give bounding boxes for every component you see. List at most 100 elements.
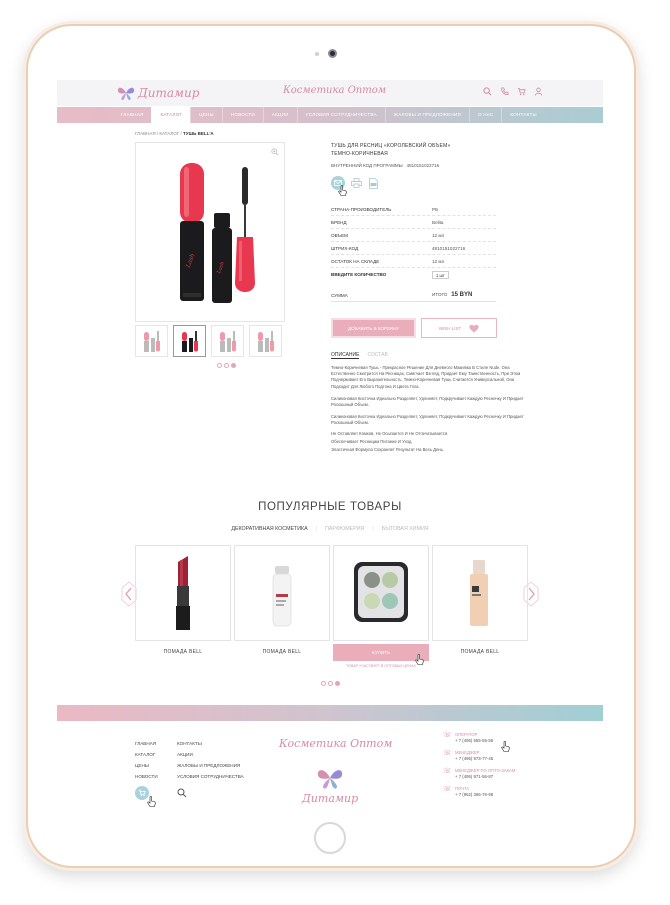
contact-number[interactable]: + 7 (962) 366-76-98 bbox=[455, 792, 493, 797]
pagination-dot[interactable] bbox=[321, 681, 326, 686]
footer-link-home[interactable]: ГЛАВНАЯ bbox=[135, 738, 158, 749]
user-icon[interactable] bbox=[534, 87, 543, 96]
thumbnail-selected[interactable] bbox=[173, 325, 206, 357]
thumbnail[interactable] bbox=[211, 325, 244, 357]
spec-table: СТРАНА-ПРОИЗВОДИТЕЛЬ РБ БРЕНД Belita ОБЪ… bbox=[331, 203, 496, 281]
spec-row: ОСТАТОК НА СКЛАДЕ 12 мл bbox=[331, 255, 496, 268]
phone-icon[interactable] bbox=[500, 87, 509, 96]
nav-item-prices[interactable]: ЦЕНЫ bbox=[190, 107, 222, 123]
tab-decorative[interactable]: ДЕКОРАТИВНАЯ КОСМЕТИКА bbox=[231, 526, 307, 532]
footer-search-icon[interactable] bbox=[177, 788, 187, 798]
contact-label: ПОЧТА bbox=[455, 786, 470, 791]
nav-item-contacts[interactable]: КОНТАКТЫ bbox=[501, 107, 544, 123]
mascara-illustration: Lash Lash bbox=[180, 163, 255, 303]
nav-item-promotions[interactable]: АКЦИИ bbox=[262, 107, 297, 123]
footer-logo-text: Дитамир bbox=[301, 792, 359, 805]
nav-item-about[interactable]: О НАС bbox=[468, 107, 501, 123]
description-paragraph: Эластичная Формула Сохраняет Результат Н… bbox=[331, 447, 444, 453]
footer-band bbox=[57, 705, 603, 721]
contact-item[interactable]: ☏ ПОЧТА + 7 (962) 366-76-98 bbox=[443, 786, 515, 797]
nav-item-complaints[interactable]: ЖАЛОБЫ И ПРЕДЛОЖЕНИЯ bbox=[384, 107, 469, 123]
popular-tabs: ДЕКОРАТИВНАЯ КОСМЕТИКА | ПАРФЮМЕРИЯ | БЫ… bbox=[57, 526, 603, 532]
logo[interactable]: Дитамир bbox=[117, 83, 199, 103]
description-text: Темно-Коричневая Тушь - Прекрасное Решен… bbox=[331, 365, 524, 453]
thumbnail[interactable] bbox=[135, 325, 168, 357]
nav-item-terms[interactable]: УСЛОВИЯ СОТРУДНИЧЕСТВА bbox=[296, 107, 385, 123]
tab-household[interactable]: БЫТОВАЯ ХИМИЯ bbox=[382, 526, 429, 532]
main-nav: ГЛАВНАЯ КАТАЛОГ ЦЕНЫ НОВОСТИ АКЦИИ УСЛОВ… bbox=[57, 107, 603, 123]
breadcrumb-path[interactable]: ГЛАВНАЯ / КАТАЛОГ / bbox=[135, 131, 183, 136]
pdf-icon[interactable] bbox=[367, 177, 379, 189]
thumbnail[interactable] bbox=[249, 325, 282, 357]
cart-icon[interactable] bbox=[517, 87, 526, 96]
product-card-image[interactable] bbox=[234, 545, 330, 641]
contact-number[interactable]: + 7 (495) 971-56-87 bbox=[455, 774, 515, 779]
contact-label: МЕНЕДЖЕР bbox=[455, 750, 480, 755]
description-paragraph: Силиконовая Кисточка Идеально Разделяет,… bbox=[331, 395, 524, 408]
header: Дитамир Косметика Оптом bbox=[57, 80, 603, 106]
tab-separator: | bbox=[372, 526, 374, 532]
product-card[interactable]: ПОМАДА BELL bbox=[234, 545, 330, 668]
footer-links-1: ГЛАВНАЯ КАТАЛОГ ЦЕНЫ НОВОСТИ bbox=[135, 738, 158, 782]
hand-cursor-icon bbox=[338, 185, 347, 196]
butterfly-icon bbox=[117, 87, 135, 101]
tab-description[interactable]: ОПИСАНИЕ bbox=[331, 352, 360, 359]
heart-icon bbox=[469, 324, 479, 332]
pagination-dot-active[interactable] bbox=[231, 363, 236, 368]
contact-number[interactable]: + 7 (495) 555-55-55 bbox=[455, 738, 493, 743]
breadcrumb-current: ТУШЬ BELL'A bbox=[183, 131, 214, 136]
spec-row: ШТРИХ-КОД 4810151022716 bbox=[331, 242, 496, 255]
sum-label: СУММА bbox=[331, 292, 348, 298]
footer-link-news[interactable]: НОВОСТИ bbox=[135, 771, 158, 782]
tab-perfume[interactable]: ПАРФЮМЕРИЯ bbox=[325, 526, 364, 532]
contact-item[interactable]: ☏ МЕНЕДЖЕР ПО ОПТО-ЗАКАМ + 7 (495) 971-56… bbox=[443, 768, 515, 779]
footer-link-terms[interactable]: УСЛОВИЯ СОТРУДНИЧЕСТВА bbox=[177, 771, 244, 782]
search-icon[interactable] bbox=[483, 87, 492, 96]
contact-number[interactable]: + 7 (495) 973-77-46 bbox=[455, 756, 493, 761]
quantity-label: ВВЕДИТЕ КОЛИЧЕСТВО bbox=[331, 272, 387, 277]
spec-row: ОБЪЕМ 12 мл bbox=[331, 229, 496, 242]
phone-icon: ☏ bbox=[443, 732, 452, 739]
footer-logo[interactable]: Дитамир bbox=[300, 766, 360, 805]
pagination-dot[interactable] bbox=[217, 363, 222, 368]
quantity-input[interactable]: 1 шт bbox=[432, 270, 449, 279]
popular-title: ПОПУЛЯРНЫЕ ТОВАРЫ bbox=[258, 501, 402, 513]
hand-cursor-icon bbox=[415, 654, 424, 665]
product-card[interactable]: КУПИТЬ ТОВАР УЧАСТВУЕТ В ОПТОВЫХ ЦЕНАХ bbox=[333, 545, 429, 668]
product-card[interactable]: ПОМАДА BELL bbox=[135, 545, 231, 668]
product-card-image[interactable] bbox=[432, 545, 528, 641]
spec-row: СТРАНА-ПРОИЗВОДИТЕЛЬ РБ bbox=[331, 203, 496, 216]
footer-tagline: Косметика Оптом bbox=[279, 737, 393, 750]
thumbnail-strip bbox=[135, 325, 282, 357]
print-icon[interactable] bbox=[350, 177, 362, 189]
footer-links-2: КОНТАКТЫ АКЦИИ ЖАЛОБЫ И ПРЕДЛОЖЕНИЯ УСЛО… bbox=[177, 738, 244, 782]
footer-link-catalog[interactable]: КАТАЛОГ bbox=[135, 749, 158, 760]
sensor bbox=[315, 52, 319, 56]
hand-cursor-icon bbox=[147, 796, 156, 807]
footer-link-promotions[interactable]: АКЦИИ bbox=[177, 749, 244, 760]
phone-icon: ☏ bbox=[443, 786, 452, 793]
product-card-image[interactable] bbox=[135, 545, 231, 641]
footer-link-complaints[interactable]: ЖАЛОБЫ И ПРЕДЛОЖЕНИЯ bbox=[177, 760, 244, 771]
home-button[interactable] bbox=[314, 822, 346, 854]
product-title-line2: ТЕМНО-КОРИЧНЕВАЯ bbox=[331, 151, 388, 157]
product-main-image[interactable]: Lash Lash bbox=[135, 142, 285, 322]
pagination-dot[interactable] bbox=[328, 681, 333, 686]
product-card-image[interactable] bbox=[333, 545, 429, 641]
nav-item-home[interactable]: ГЛАВНАЯ bbox=[113, 107, 151, 123]
pagination-dot[interactable] bbox=[224, 363, 229, 368]
zoom-icon[interactable] bbox=[271, 148, 279, 156]
description-paragraph: Обеспечивает Ресницам Питание И Уход. bbox=[331, 438, 413, 444]
footer-link-prices[interactable]: ЦЕНЫ bbox=[135, 760, 158, 771]
product-card[interactable]: ПОМАДА BELL bbox=[432, 545, 528, 668]
footer-link-contacts[interactable]: КОНТАКТЫ bbox=[177, 738, 244, 749]
gallery-pagination bbox=[217, 363, 236, 368]
phone-icon: ☏ bbox=[443, 768, 452, 775]
pagination-dot-active[interactable] bbox=[335, 681, 340, 686]
nav-item-news[interactable]: НОВОСТИ bbox=[221, 107, 263, 123]
add-to-cart-button[interactable]: ДОБАВИТЬ В КОРЗИНУ bbox=[331, 318, 416, 338]
wishlist-button[interactable]: WISH LIST bbox=[421, 318, 497, 338]
nav-item-catalog[interactable]: КАТАЛОГ bbox=[151, 107, 191, 123]
spec-value: 12 мл bbox=[432, 232, 445, 238]
tab-composition[interactable]: СОСТАВ bbox=[367, 352, 387, 359]
